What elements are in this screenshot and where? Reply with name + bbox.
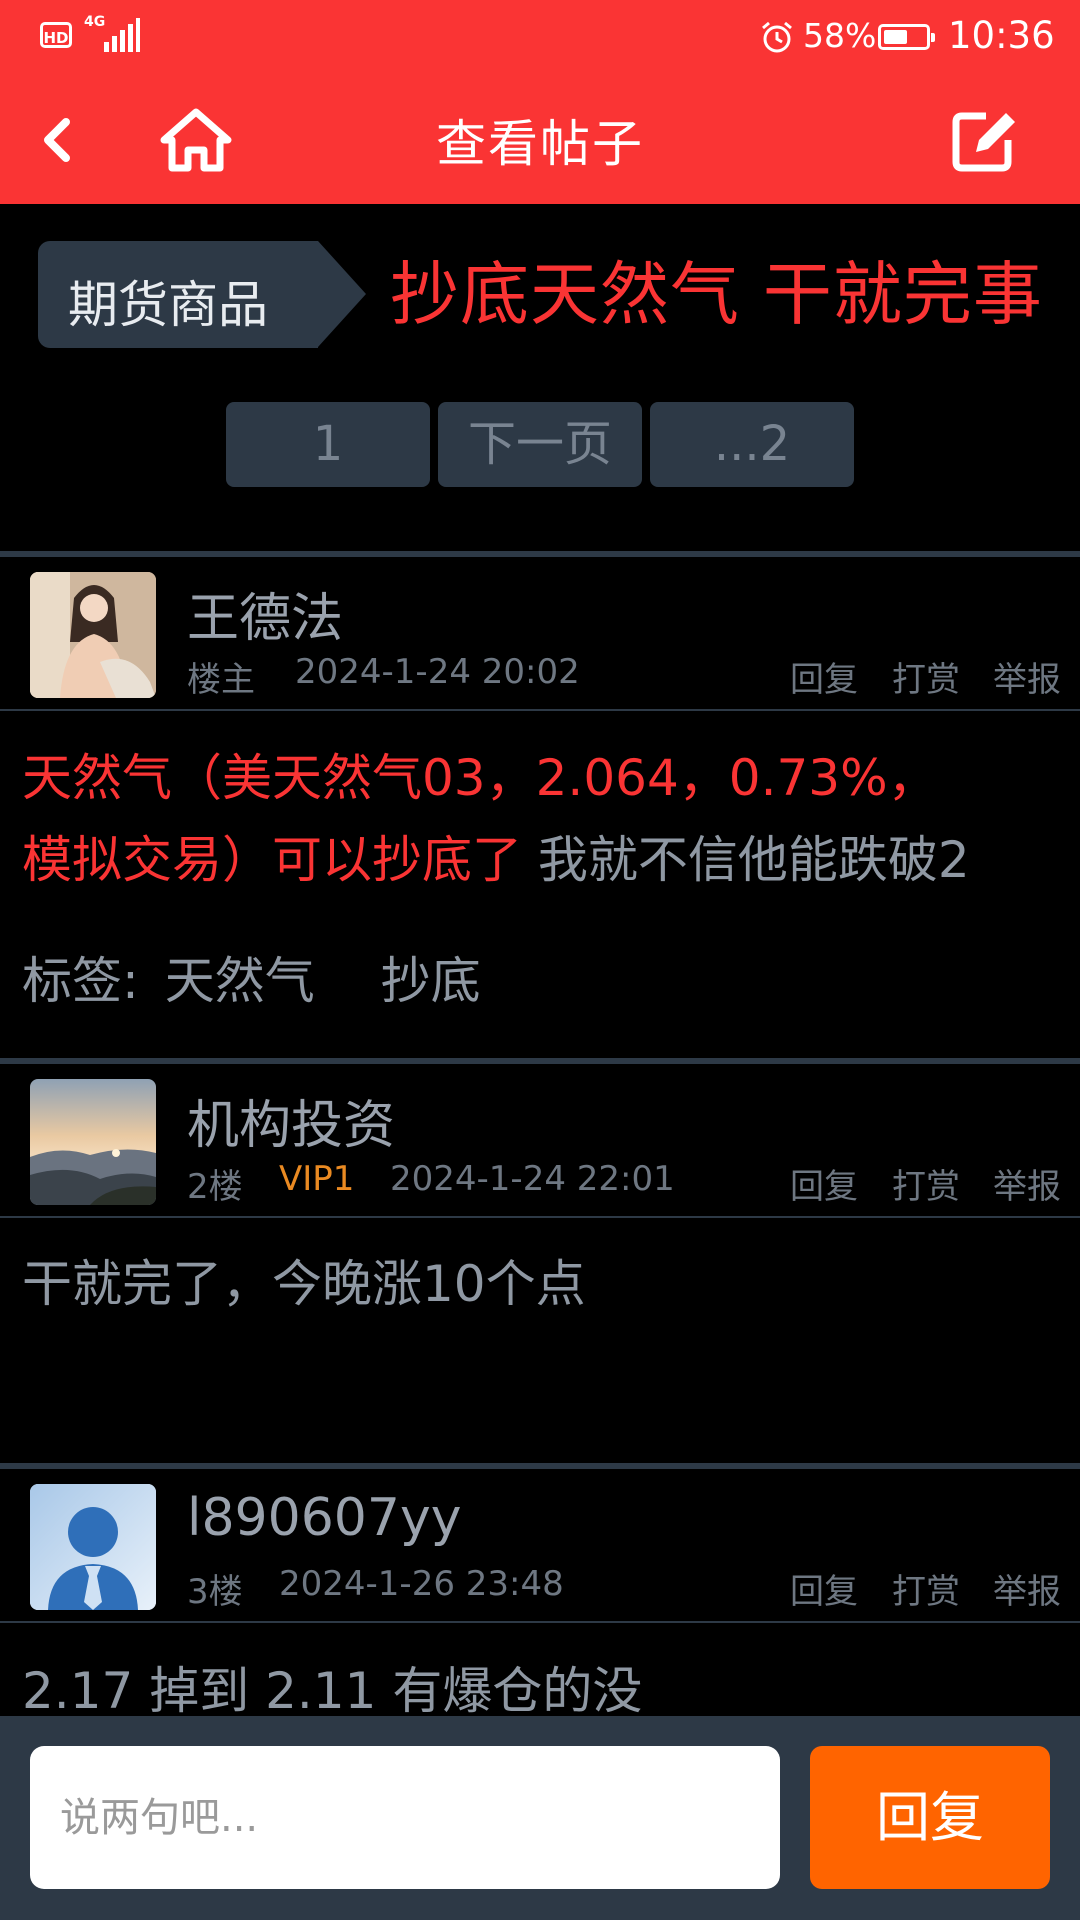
default-user-icon [30, 1484, 156, 1610]
quote-text[interactable]: 天然气（美天然气03，2.064，0.73%， [22, 749, 938, 807]
hd-indicator: HD [40, 22, 72, 48]
post-time: 2024-1-24 20:02 [295, 652, 580, 692]
post-floor: 2楼 [187, 1167, 243, 1207]
page-title: 查看帖子 [436, 115, 644, 173]
thread-title: 抄底天然气 干就完事 [390, 255, 1043, 335]
quote-text[interactable]: 模拟交易）可以抄底了 [22, 831, 522, 889]
post-author[interactable]: 机构投资 [187, 1083, 395, 1158]
post-floor: 楼主 [187, 660, 255, 700]
avatar[interactable] [30, 1079, 156, 1205]
tags-row: 标签: 天然气 抄底 [22, 940, 1062, 1022]
user-photo-icon [30, 572, 156, 698]
tag-link[interactable]: 抄底 [381, 952, 481, 1010]
next-page-button[interactable]: 下一页 [438, 402, 642, 487]
tag-link[interactable]: 天然气 [165, 952, 315, 1010]
status-bar: HD 4G 58% 10:36 [0, 0, 1080, 76]
post-content: 天然气（美天然气03，2.064，0.73%， 模拟交易）可以抄底了 我就不信他… [22, 737, 1062, 901]
last-page-button[interactable]: ...2 [650, 402, 854, 487]
divider [0, 1621, 1080, 1623]
battery-icon [878, 24, 935, 50]
network-type: 4G [84, 14, 106, 30]
reward-link[interactable]: 打赏 [892, 1564, 960, 1613]
post-author[interactable]: l890607yy [187, 1488, 462, 1548]
category-label: 期货商品 [68, 276, 268, 334]
avatar[interactable] [30, 572, 156, 698]
edit-icon[interactable] [946, 102, 1022, 178]
top-bar: HD 4G 58% 10:36 查看帖子 [0, 0, 1080, 204]
reply-link[interactable]: 回复 [790, 1159, 858, 1208]
divider [0, 709, 1080, 711]
divider [0, 1058, 1080, 1064]
divider [0, 551, 1080, 557]
page-1-button[interactable]: 1 [226, 402, 430, 487]
nav-bar: 查看帖子 [0, 76, 1080, 204]
report-link[interactable]: 举报 [993, 1564, 1061, 1613]
reply-link[interactable]: 回复 [790, 1564, 858, 1613]
post-text: 我就不信他能跌破2 [522, 831, 970, 889]
post-content: 干就完了，今晚涨10个点 [22, 1255, 586, 1313]
divider [0, 1463, 1080, 1469]
post-floor: 3楼 [187, 1572, 243, 1612]
avatar[interactable] [30, 1484, 156, 1610]
landscape-photo-icon [30, 1079, 156, 1205]
reply-input[interactable] [30, 1746, 780, 1889]
category-tag[interactable]: 期货商品 [38, 241, 366, 348]
report-link[interactable]: 举报 [993, 652, 1061, 701]
report-link[interactable]: 举报 [993, 1159, 1061, 1208]
post-time: 2024-1-24 22:01 [390, 1159, 675, 1199]
clock: 10:36 [948, 14, 1055, 57]
signal-icon [104, 18, 140, 52]
reward-link[interactable]: 打赏 [892, 1159, 960, 1208]
reply-link[interactable]: 回复 [790, 652, 858, 701]
reply-submit-button[interactable]: 回复 [810, 1746, 1050, 1889]
vip-badge: VIP1 [279, 1159, 355, 1199]
post-author[interactable]: 王德法 [187, 576, 343, 651]
divider [0, 1216, 1080, 1218]
reward-link[interactable]: 打赏 [892, 652, 960, 701]
tags-label: 标签: [22, 952, 139, 1010]
post-time: 2024-1-26 23:48 [279, 1564, 564, 1604]
alarm-icon [762, 21, 792, 53]
battery-percent: 58% [803, 16, 877, 55]
